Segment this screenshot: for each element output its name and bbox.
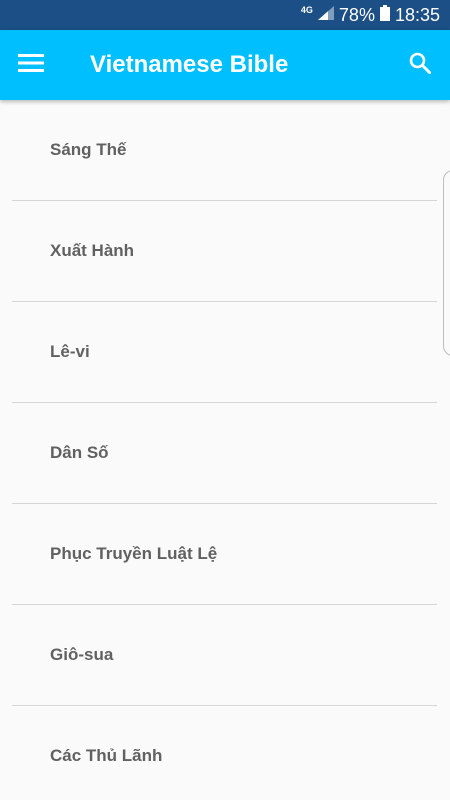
menu-button[interactable]	[11, 45, 51, 85]
status-bar: 4G 78% 18:35	[0, 0, 450, 30]
app-bar: Vietnamese Bible	[0, 30, 450, 100]
list-item-gio-sua[interactable]: Giô-sua	[0, 605, 450, 706]
book-label: Giô-sua	[50, 645, 114, 664]
book-label: Dân Số	[50, 443, 109, 462]
list-item-cac-thu-lanh[interactable]: Các Thủ Lãnh	[0, 706, 450, 800]
search-button[interactable]	[400, 45, 440, 85]
status-indicators: 4G 78% 18:35	[301, 0, 440, 30]
list-item-phuc-truyen-luat-le[interactable]: Phục Truyền Luật Lệ	[0, 504, 450, 605]
list-item-xuat-hanh[interactable]: Xuất Hành	[0, 201, 450, 302]
page-title: Vietnamese Bible	[90, 51, 289, 78]
hamburger-menu-icon	[18, 53, 44, 78]
battery-percentage: 78%	[338, 4, 375, 25]
list-item-sang-the[interactable]: Sáng Thế	[0, 100, 450, 201]
status-clock: 18:35	[394, 4, 440, 25]
edge-panel-handle[interactable]	[443, 170, 450, 356]
signal-icon	[317, 5, 334, 25]
search-icon	[408, 51, 432, 80]
book-label: Các Thủ Lãnh	[50, 746, 163, 765]
book-label: Phục Truyền Luật Lệ	[50, 544, 218, 563]
battery-icon	[379, 4, 390, 26]
book-list: Sáng Thế Xuất Hành Lê-vi Dân Số Phục Tru…	[0, 100, 450, 800]
book-label: Xuất Hành	[50, 241, 135, 260]
list-item-le-vi[interactable]: Lê-vi	[0, 302, 450, 403]
book-label: Lê-vi	[50, 342, 90, 361]
network-type-label: 4G	[300, 5, 313, 15]
list-item-dan-so[interactable]: Dân Số	[0, 403, 450, 504]
book-label: Sáng Thế	[50, 140, 127, 159]
